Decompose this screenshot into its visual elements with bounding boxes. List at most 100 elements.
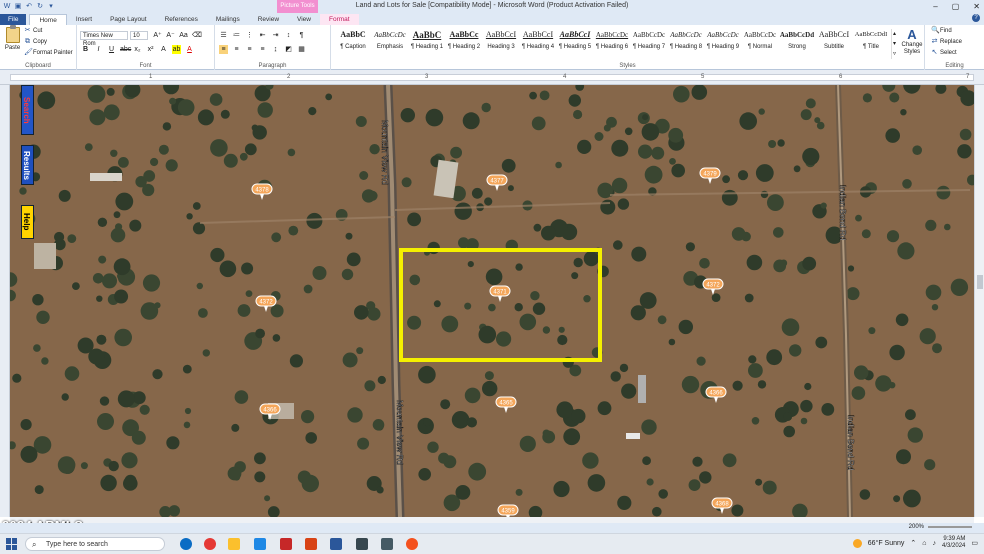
replace-button[interactable]: ⇄ Replace (931, 38, 962, 45)
style-heading-7[interactable]: AaBbCcDc ¶ Heading 7 (631, 29, 667, 50)
results-side-button[interactable]: Results (21, 145, 34, 185)
sort-icon[interactable]: ↕ (284, 31, 293, 40)
close-button[interactable]: ✕ (973, 0, 980, 13)
minimize-button[interactable]: – (933, 0, 937, 13)
style-heading-4[interactable]: AaBbCcI ¶ Heading 4 (520, 29, 556, 50)
style-caption[interactable]: AaBbC ¶ Caption (335, 29, 371, 50)
style-subtitle[interactable]: AaBbCcI Subtitle (816, 29, 852, 50)
bold-icon[interactable]: B (81, 45, 90, 54)
change-styles-button[interactable]: A Change Styles (899, 27, 925, 56)
increase-indent-icon[interactable]: ⇥ (271, 31, 280, 40)
style-strong[interactable]: AaBbCcDd Strong (779, 29, 815, 50)
strikethrough-icon[interactable]: abc (120, 45, 131, 54)
style-heading-1[interactable]: AaBbC ¶ Heading 1 (409, 29, 445, 50)
weather-text[interactable]: 66°F Sunny (868, 540, 905, 547)
file-explorer-icon[interactable] (228, 538, 240, 550)
zoom-slider[interactable] (928, 526, 972, 528)
style-title[interactable]: AaBbCcDdI ¶ Title (853, 29, 889, 50)
decrease-indent-icon[interactable]: ⇤ (258, 31, 267, 40)
shading-icon[interactable]: ◩ (284, 45, 293, 54)
qat-dropdown-icon[interactable]: ▾ (47, 3, 55, 11)
show-formatting-icon[interactable]: ¶ (297, 31, 306, 40)
paste-button[interactable]: Paste (3, 25, 22, 57)
tab-review[interactable]: Review (249, 14, 288, 25)
underline-icon[interactable]: U (107, 45, 116, 54)
style-heading-6[interactable]: AaBbCcDc ¶ Heading 6 (594, 29, 630, 50)
grow-font-icon[interactable]: A⁺ (153, 31, 162, 40)
search-side-button[interactable]: Search (21, 85, 34, 135)
font-size-combo[interactable]: 10 (130, 31, 148, 40)
cut-button[interactable]: ✂ Cut (24, 27, 43, 34)
maximize-button[interactable]: ▢ (952, 0, 960, 13)
highlight-icon[interactable]: ab (172, 45, 181, 54)
tree (657, 315, 667, 325)
edge-icon[interactable] (180, 538, 192, 550)
tray-chevron-icon[interactable]: ⌃ (910, 539, 916, 547)
change-case-icon[interactable]: Aa (179, 31, 188, 40)
multilevel-list-icon[interactable]: ⋮ (245, 31, 254, 40)
format-painter-button[interactable]: 🖌 Format Painter (24, 49, 73, 56)
superscript-icon[interactable]: x² (146, 45, 155, 54)
tab-references[interactable]: References (156, 14, 207, 25)
text-effects-icon[interactable]: A (159, 45, 168, 54)
tab-insert[interactable]: Insert (67, 14, 101, 25)
windows-start-icon[interactable] (6, 538, 18, 550)
save-icon[interactable]: ▣ (14, 3, 22, 11)
help-icon[interactable]: ? (972, 14, 980, 22)
style-heading-8[interactable]: AaBbCcDc ¶ Heading 8 (668, 29, 704, 50)
vertical-scrollbar[interactable] (974, 85, 984, 517)
style-normal[interactable]: AaBbCcDc ¶ Normal (742, 29, 778, 50)
tab-home[interactable]: Home (29, 14, 67, 25)
word-taskbar-icon[interactable] (330, 538, 342, 550)
font-color-icon[interactable]: A (185, 45, 194, 54)
align-center-icon[interactable]: ≡ (232, 45, 241, 54)
redo-icon[interactable]: ↻ (36, 3, 44, 11)
scroll-thumb[interactable] (977, 275, 983, 289)
styles-scroll[interactable]: ▴ ▾ ▿ (891, 29, 897, 59)
horizontal-ruler[interactable]: 1 2 3 4 5 6 7 (0, 70, 984, 85)
app-icon[interactable] (356, 538, 368, 550)
shrink-font-icon[interactable]: A⁻ (166, 31, 175, 40)
chrome-icon[interactable] (204, 538, 216, 550)
subscript-icon[interactable]: x₂ (133, 45, 142, 54)
notifications-icon[interactable]: ▭ (971, 539, 978, 547)
italic-icon[interactable]: I (94, 45, 103, 54)
line-spacing-icon[interactable]: ↨ (271, 45, 280, 54)
bullets-icon[interactable]: ☰ (219, 31, 228, 40)
undo-icon[interactable]: ↶ (25, 3, 33, 11)
app-icon[interactable] (381, 538, 393, 550)
tree (862, 93, 873, 103)
borders-icon[interactable]: ▦ (297, 45, 306, 54)
tab-page-layout[interactable]: Page Layout (101, 14, 156, 25)
copy-button[interactable]: ⧉ Copy (24, 38, 47, 45)
zoom-level[interactable]: 200% (909, 524, 924, 530)
select-button[interactable]: ↖ Select (931, 49, 957, 56)
volume-icon[interactable]: ♪ (933, 540, 937, 547)
powerpoint-icon[interactable] (305, 538, 317, 550)
style-heading-3[interactable]: AaBbCcI Heading 3 (483, 29, 519, 50)
style-heading-5[interactable]: AaBbCcI ¶ Heading 5 (557, 29, 593, 50)
tab-mailings[interactable]: Mailings (207, 14, 249, 25)
aerial-map-image[interactable]: Mountain View Rd Mountain View Rd Indian… (10, 85, 974, 517)
style-emphasis[interactable]: AaBbCcDc Emphasis (372, 29, 408, 50)
align-left-icon[interactable]: ≡ (219, 45, 228, 54)
align-right-icon[interactable]: ≡ (245, 45, 254, 54)
clear-format-icon[interactable]: ⌫ (192, 31, 202, 40)
tab-format[interactable]: Format (320, 14, 359, 25)
help-side-button[interactable]: Help (21, 205, 34, 239)
taskbar-clock[interactable]: 9:39 AM 4/3/2024 (942, 536, 965, 550)
style-heading-9[interactable]: AaBbCcDc ¶ Heading 9 (705, 29, 741, 50)
justify-icon[interactable]: ≡ (258, 45, 267, 54)
brave-icon[interactable] (406, 538, 418, 550)
vertical-ruler[interactable] (0, 85, 10, 517)
acrobat-icon[interactable] (280, 538, 292, 550)
mail-icon[interactable] (254, 538, 266, 550)
style-heading-2[interactable]: AaBbCc ¶ Heading 2 (446, 29, 482, 50)
network-icon[interactable]: ⌂ (922, 540, 926, 547)
tab-file[interactable]: File (0, 14, 27, 25)
taskbar-search-box[interactable]: ⌕ Type here to search (25, 537, 165, 551)
font-name-combo[interactable]: Times New Rom (80, 31, 128, 47)
numbering-icon[interactable]: ≔ (232, 31, 241, 40)
find-button[interactable]: 🔍 Find (931, 27, 952, 34)
tab-view[interactable]: View (288, 14, 320, 25)
